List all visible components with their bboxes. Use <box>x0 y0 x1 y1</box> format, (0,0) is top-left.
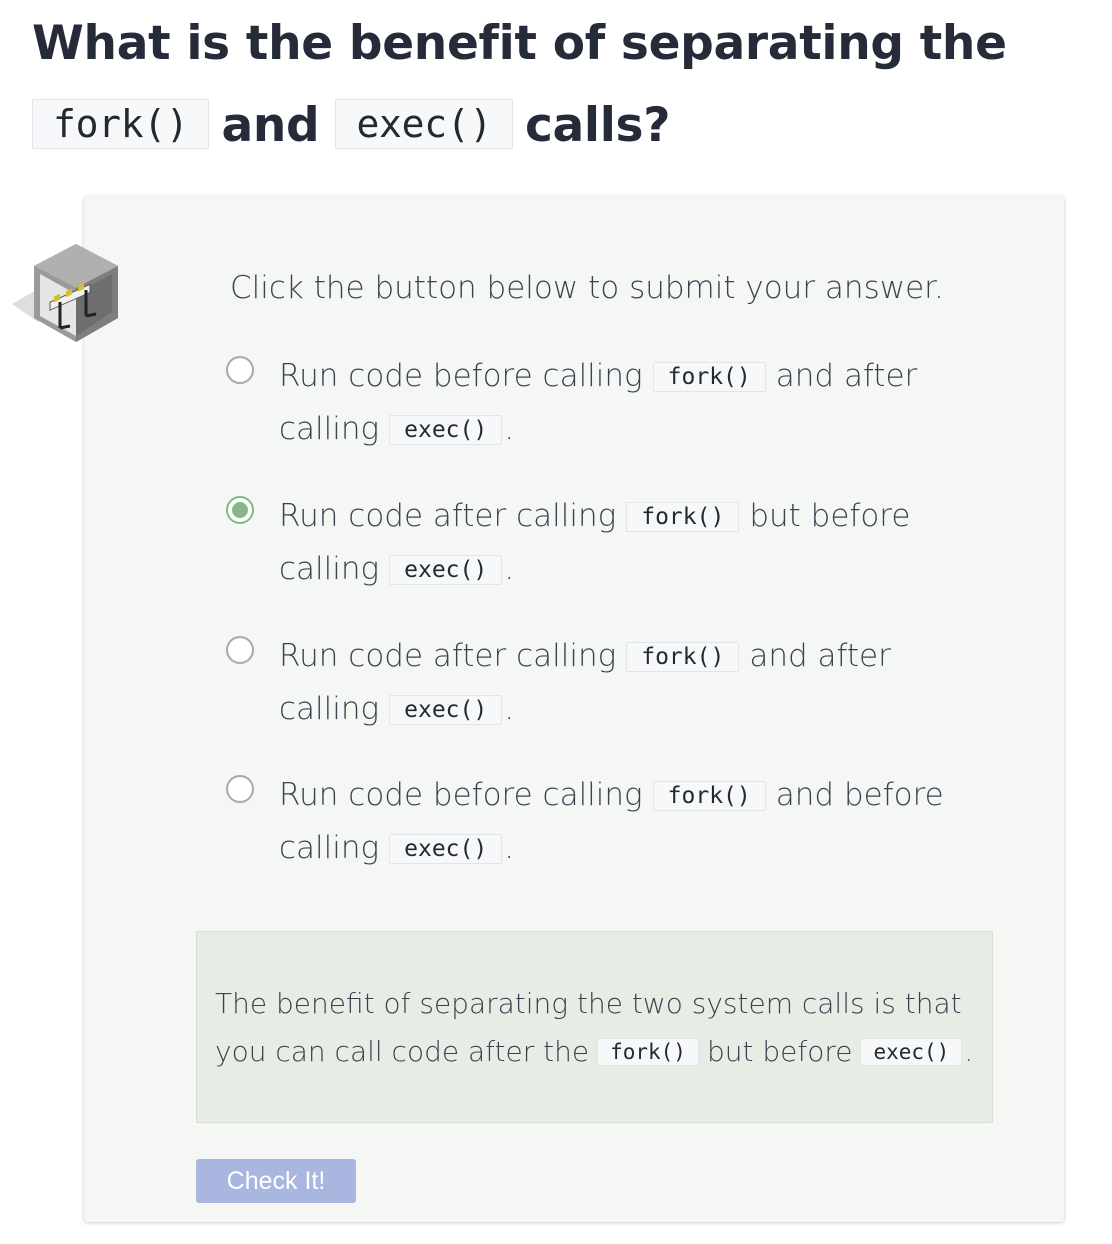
option-3-code-fork: fork() <box>626 642 740 672</box>
option-4-text-before: Run code before calling <box>279 777 643 813</box>
option-4-text-end: . <box>504 830 515 866</box>
radio-button-3[interactable] <box>226 636 254 664</box>
title-code-exec: exec() <box>335 99 513 149</box>
radio-button-2-selected[interactable] <box>226 496 254 524</box>
option-1-text-end: . <box>504 411 515 447</box>
feedback-text: The benefit of separating the two system… <box>215 980 985 1076</box>
answer-option-3[interactable]: Run code after calling fork() and after ca… <box>222 630 962 740</box>
option-3-code-exec: exec() <box>389 695 503 725</box>
answer-option-1[interactable]: Run code before calling fork() and after c… <box>222 350 962 460</box>
option-1-text-before: Run code before calling <box>279 358 643 394</box>
option-2-text-before: Run code after calling <box>279 498 617 534</box>
radio-button-1[interactable] <box>226 356 254 384</box>
cube-icon <box>12 244 118 342</box>
title-text-and: and <box>221 98 320 153</box>
radio-button-4[interactable] <box>226 775 254 803</box>
feedback-text-mid: but before <box>706 1035 853 1068</box>
option-1-code-fork: fork() <box>652 362 766 392</box>
option-2-text-end: . <box>504 551 515 587</box>
answer-option-3-text: Run code after calling fork() and after ca… <box>279 630 959 736</box>
answer-option-2-text: Run code after calling fork() but before c… <box>279 490 959 596</box>
answer-option-1-text: Run code before calling fork() and after c… <box>279 350 959 456</box>
option-3-text-before: Run code after calling <box>279 638 617 674</box>
option-1-code-exec: exec() <box>389 415 503 445</box>
instruction-text: Click the button below to submit your an… <box>230 270 944 306</box>
answer-option-2[interactable]: Run code after calling fork() but before c… <box>222 490 962 600</box>
option-2-code-exec: exec() <box>389 555 503 585</box>
option-4-code-exec: exec() <box>389 834 503 864</box>
feedback-code-exec: exec() <box>860 1038 963 1066</box>
option-4-code-fork: fork() <box>652 781 766 811</box>
feedback-box: The benefit of separating the two system… <box>196 931 993 1123</box>
feedback-text-end: . <box>964 1035 974 1068</box>
answer-option-4-text: Run code before calling fork() and before … <box>279 769 959 875</box>
option-2-code-fork: fork() <box>626 502 740 532</box>
feedback-code-fork: fork() <box>597 1038 699 1066</box>
check-it-button[interactable]: Check It! <box>196 1159 356 1203</box>
option-3-text-end: . <box>504 691 515 727</box>
answer-option-4[interactable]: Run code before calling fork() and before … <box>222 769 962 879</box>
title-text-part2: calls? <box>524 98 671 153</box>
title-text-part1: What is the benefit of separating the <box>32 16 1007 71</box>
title-code-fork: fork() <box>32 99 210 149</box>
question-title: What is the benefit of separating the for… <box>32 4 1092 166</box>
